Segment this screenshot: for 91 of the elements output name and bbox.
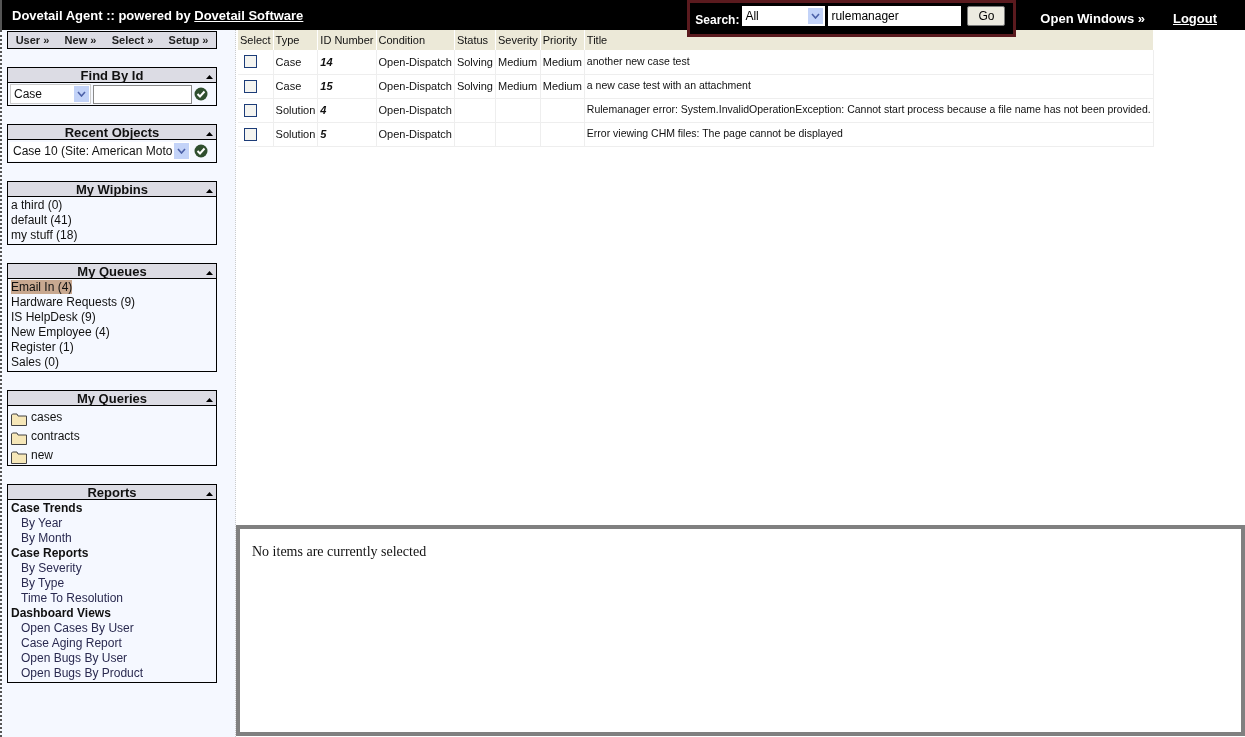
report-group: Case Reports bbox=[11, 546, 213, 561]
search-field[interactable]: rulemanager bbox=[828, 6, 962, 26]
row-checkbox[interactable] bbox=[244, 55, 257, 69]
panel-title: Recent Objects bbox=[64, 125, 160, 139]
table-cell[interactable]: Rulemanager error: System.InvalidOperationException: Cannot start process because a file name has not been provided. bbox=[584, 98, 1154, 122]
table-cell[interactable]: a new case test with an attachment bbox=[584, 74, 1154, 98]
report-link[interactable]: Open Cases By User bbox=[21, 621, 134, 635]
collapse-icon[interactable] bbox=[206, 398, 213, 402]
panel-title: My Wipbins bbox=[75, 182, 149, 196]
table-cell: Case bbox=[273, 50, 318, 74]
vendor-link[interactable]: Dovetail Software bbox=[194, 8, 304, 23]
table-cell[interactable]: another new case test bbox=[584, 50, 1154, 74]
collapse-icon[interactable] bbox=[206, 271, 213, 275]
panel-title: My Queues bbox=[77, 264, 147, 278]
queue-link[interactable]: Hardware Requests (9) bbox=[11, 295, 136, 309]
type-select[interactable]: Case bbox=[10, 84, 91, 104]
open-windows-link[interactable]: Open Windows » bbox=[1040, 9, 1145, 29]
table-cell: Medium bbox=[495, 50, 541, 74]
collapse-icon[interactable] bbox=[206, 492, 213, 496]
app-title: Dovetail Agent :: powered by Dovetail Software bbox=[12, 7, 304, 25]
menu-item[interactable]: Select » bbox=[111, 31, 154, 49]
table-cell: Medium bbox=[540, 50, 585, 74]
wipbin-link[interactable]: a third (0) bbox=[11, 198, 63, 212]
report-group: Case Trends bbox=[11, 501, 213, 516]
query-link[interactable]: new bbox=[31, 446, 53, 464]
table-cell: Solution bbox=[273, 122, 318, 146]
table-cell: Solving bbox=[454, 50, 496, 74]
column-header[interactable]: Status bbox=[454, 30, 496, 50]
queue-link[interactable]: Sales (0) bbox=[11, 355, 60, 369]
column-header[interactable]: Priority bbox=[540, 30, 585, 50]
queue-link[interactable]: IS HelpDesk (9) bbox=[11, 310, 96, 324]
table-cell: Medium bbox=[495, 74, 541, 98]
folder-icon bbox=[11, 432, 27, 445]
column-header[interactable]: ID Number bbox=[317, 30, 377, 50]
wipbin-link[interactable]: my stuff (18) bbox=[11, 228, 78, 242]
query-link[interactable]: cases bbox=[31, 408, 63, 426]
go-button[interactable]: Go bbox=[967, 6, 1006, 26]
query-link[interactable]: contracts bbox=[31, 427, 80, 445]
table-cell: 4 bbox=[317, 98, 377, 122]
report-link[interactable]: By Year bbox=[21, 516, 63, 530]
queue-link[interactable]: Email In (4) bbox=[11, 280, 73, 294]
table-cell[interactable]: Error viewing CHM files: The page cannot be displayed bbox=[584, 122, 1154, 146]
menu-item[interactable]: New » bbox=[64, 31, 97, 49]
table-cell: Case bbox=[273, 74, 318, 98]
collapse-icon[interactable] bbox=[206, 132, 213, 136]
table-cell: Open-Dispatch bbox=[376, 98, 455, 122]
recent-object-select[interactable]: Case 10 (Site: American Moto bbox=[10, 141, 190, 161]
detail-message: No items are currently selected bbox=[252, 543, 428, 561]
column-header[interactable]: Severity bbox=[495, 30, 541, 50]
report-link[interactable]: Open Bugs By Product bbox=[21, 666, 144, 680]
column-header[interactable]: Select bbox=[238, 30, 274, 50]
table-cell: Solution bbox=[273, 98, 318, 122]
column-header[interactable]: Condition bbox=[376, 30, 455, 50]
table-cell: Open-Dispatch bbox=[376, 74, 455, 98]
collapse-icon[interactable] bbox=[206, 75, 213, 79]
report-link[interactable]: By Type bbox=[21, 576, 65, 590]
go-check-icon[interactable] bbox=[194, 87, 208, 101]
report-link[interactable]: Time To Resolution bbox=[21, 591, 124, 605]
report-link[interactable]: Case Aging Report bbox=[21, 636, 122, 650]
table-cell: Open-Dispatch bbox=[376, 50, 455, 74]
table-cell: 15 bbox=[317, 74, 377, 98]
column-header[interactable]: Type bbox=[273, 30, 318, 50]
panel-title: Reports bbox=[87, 485, 137, 499]
menu-item[interactable]: Setup » bbox=[168, 31, 209, 49]
table-cell: Open-Dispatch bbox=[376, 122, 455, 146]
queue-link[interactable]: New Employee (4) bbox=[11, 325, 110, 339]
panel-title: My Queries bbox=[76, 391, 148, 405]
wipbin-link[interactable]: default (41) bbox=[11, 213, 72, 227]
row-checkbox[interactable] bbox=[244, 127, 257, 141]
table-cell: 14 bbox=[317, 50, 377, 74]
search-label: Search: bbox=[695, 12, 740, 29]
queue-link[interactable]: Register (1) bbox=[11, 340, 74, 354]
folder-icon bbox=[11, 451, 27, 464]
menu-item[interactable]: User » bbox=[15, 31, 50, 49]
report-link[interactable]: By Severity bbox=[21, 561, 82, 575]
logout-link[interactable]: Logout bbox=[1172, 9, 1217, 29]
table-cell: Medium bbox=[540, 74, 585, 98]
panel-title: Find By Id bbox=[80, 68, 144, 82]
table-cell: Solving bbox=[454, 74, 496, 98]
report-link[interactable]: Open Bugs By User bbox=[21, 651, 128, 665]
column-header[interactable]: Title bbox=[584, 30, 1154, 50]
report-group: Dashboard Views bbox=[11, 606, 213, 621]
collapse-icon[interactable] bbox=[206, 189, 213, 193]
id-field[interactable] bbox=[93, 84, 192, 104]
row-checkbox[interactable] bbox=[244, 103, 257, 117]
report-link[interactable]: By Month bbox=[21, 531, 72, 545]
table-cell: 5 bbox=[317, 122, 377, 146]
scope-select[interactable]: All bbox=[742, 6, 826, 26]
go-check-icon[interactable] bbox=[194, 144, 208, 158]
row-checkbox[interactable] bbox=[244, 79, 257, 93]
folder-icon bbox=[11, 413, 27, 426]
